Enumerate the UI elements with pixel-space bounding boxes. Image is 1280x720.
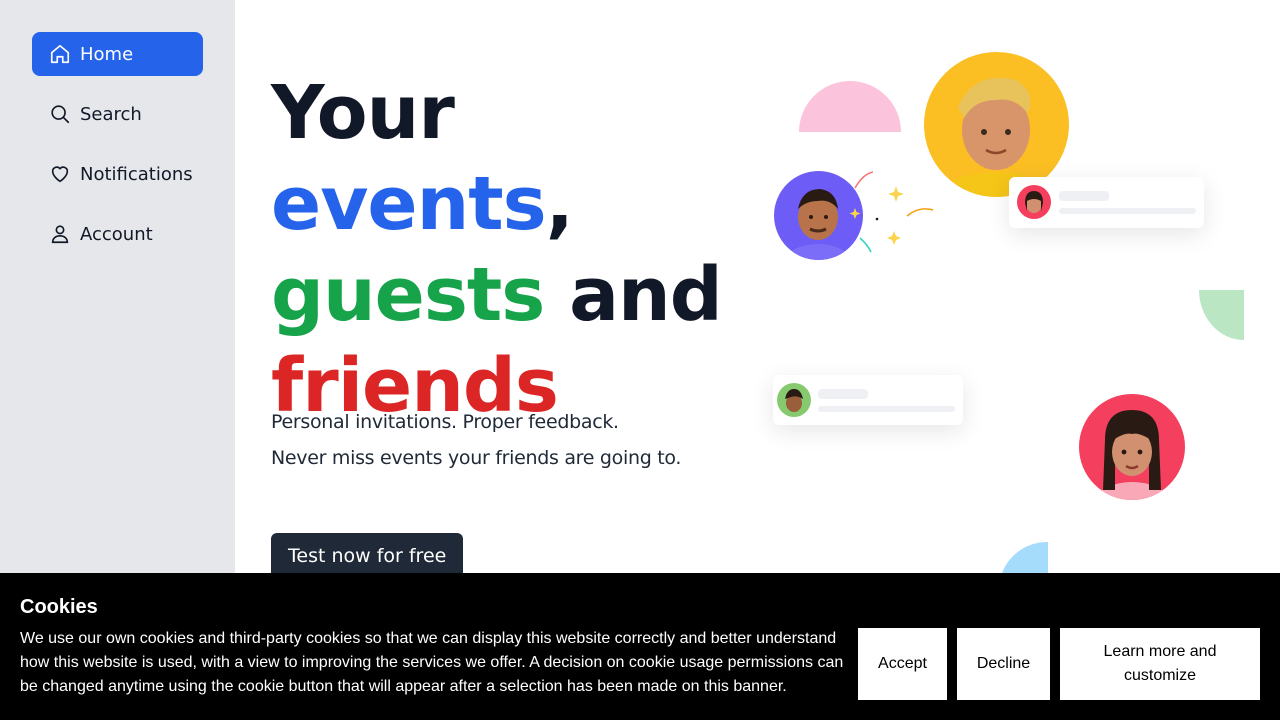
cookie-title: Cookies — [20, 596, 98, 618]
activity-card — [1009, 177, 1204, 228]
learn-more-button[interactable]: Learn more and customize — [1060, 628, 1260, 700]
decline-button[interactable]: Decline — [957, 628, 1050, 700]
cookie-text: We use our own cookies and third-party c… — [20, 630, 844, 695]
placeholder-bar — [818, 406, 955, 412]
hero-title: Your events, guests and friends — [271, 68, 751, 432]
subtitle-line: Personal invitations. Proper feedback. — [271, 411, 619, 433]
placeholder-bar — [1059, 191, 1109, 201]
sidebar-item-home[interactable]: Home — [32, 32, 203, 76]
cookie-banner: Cookies We use our own cookies and third… — [0, 573, 1280, 720]
mini-avatar — [1017, 185, 1051, 219]
home-icon — [48, 42, 72, 66]
accept-button[interactable]: Accept — [858, 628, 947, 700]
title-and: and — [544, 252, 723, 338]
sidebar-item-account[interactable]: Account — [32, 212, 203, 256]
confetti-decoration — [849, 171, 934, 253]
sidebar-item-search[interactable]: Search — [32, 92, 203, 136]
mini-avatar — [777, 383, 811, 417]
sidebar-item-notifications[interactable]: Notifications — [32, 152, 203, 196]
placeholder-bar — [818, 389, 868, 399]
sidebar-item-label: Home — [80, 43, 134, 65]
heart-icon — [48, 162, 72, 186]
title-guests: guests — [271, 252, 545, 338]
title-comma: , — [545, 161, 574, 247]
subtitle-line: Never miss events your friends are going… — [271, 447, 682, 469]
sidebar-item-label: Search — [80, 103, 142, 125]
sidebar-item-label: Notifications — [80, 163, 193, 185]
activity-card — [773, 375, 963, 425]
pink-half-circle-shape — [799, 81, 901, 132]
placeholder-bar — [1059, 208, 1196, 214]
user-icon — [48, 222, 72, 246]
title-events: events — [271, 161, 547, 247]
search-icon — [48, 102, 72, 126]
sidebar-item-label: Account — [80, 223, 153, 245]
avatar-yellow — [924, 52, 1069, 197]
hero-illustration — [760, 40, 1260, 580]
title-part: Your — [271, 70, 455, 156]
green-quarter-circle-shape — [1199, 290, 1244, 340]
hero-subtitle: Personal invitations. Proper feedback. N… — [271, 404, 751, 476]
avatar-pink — [1079, 394, 1185, 500]
